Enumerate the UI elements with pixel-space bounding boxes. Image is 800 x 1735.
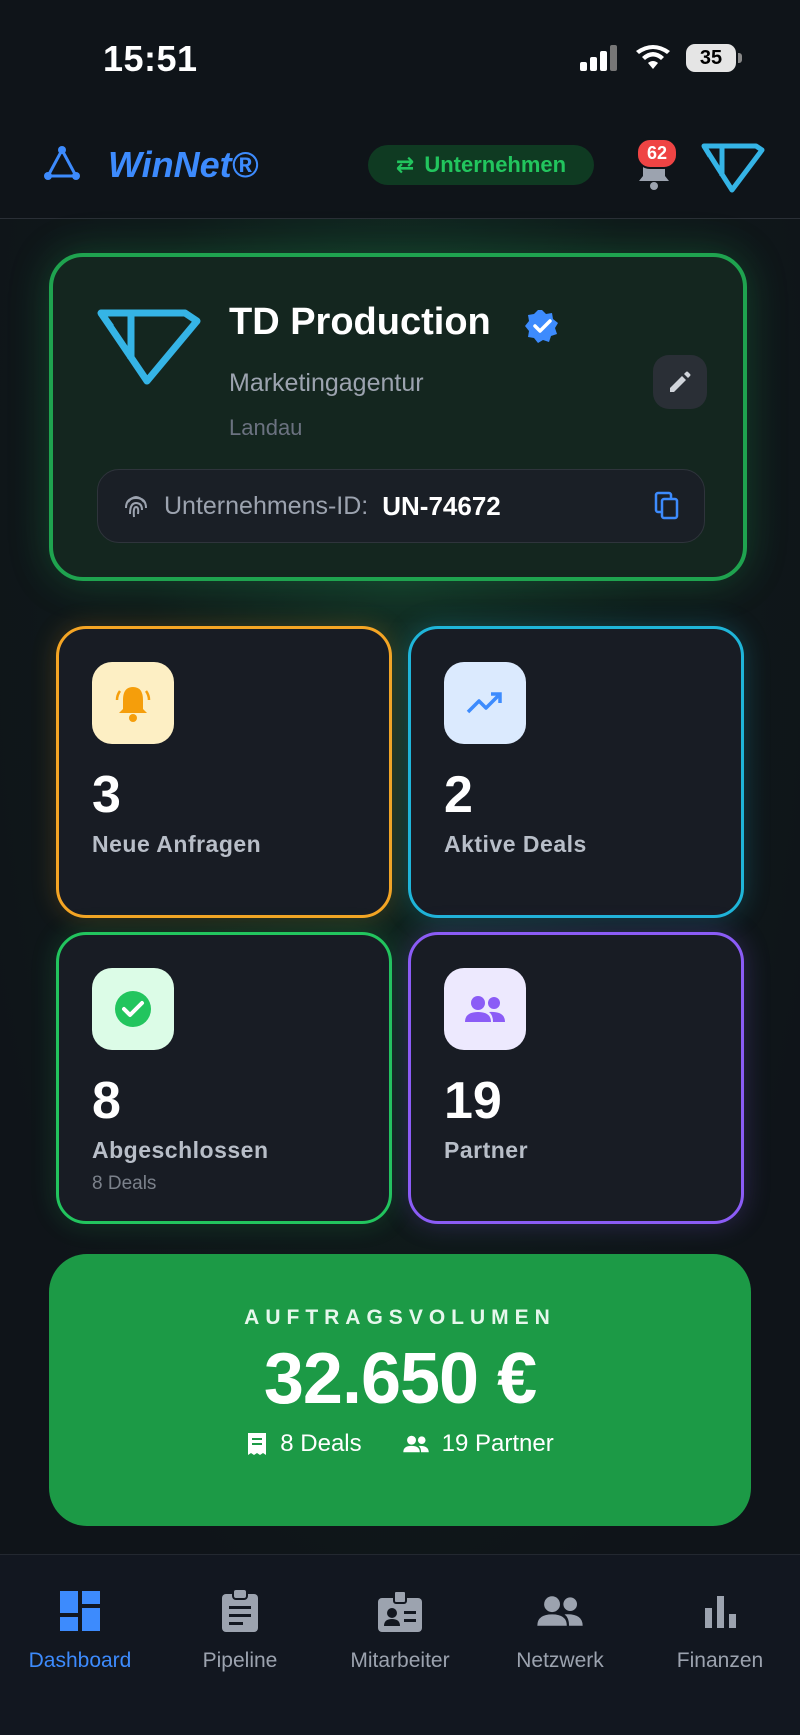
profile-logo-icon[interactable] xyxy=(700,140,766,194)
verified-icon xyxy=(525,310,558,343)
company-id-row: Unternehmens-ID: UN-74672 xyxy=(97,469,705,543)
pencil-icon xyxy=(670,371,691,392)
clipboard-icon xyxy=(222,1588,258,1632)
dashboard-icon xyxy=(60,1591,100,1631)
stat-value: 2 xyxy=(444,766,473,824)
company-id-label: Unternehmens-ID: xyxy=(164,491,369,520)
stat-value: 19 xyxy=(444,1072,502,1130)
stat-icon-box xyxy=(92,968,174,1050)
stat-sublabel: 8 Deals xyxy=(92,1173,157,1194)
nav-finance[interactable]: Finanzen xyxy=(640,1585,800,1673)
stat-card-completed[interactable]: 8 Abgeschlossen 8 Deals xyxy=(56,932,392,1224)
copy-icon[interactable] xyxy=(654,491,680,521)
partners-count: 19 Partner xyxy=(402,1430,554,1458)
company-city: Landau xyxy=(229,415,303,440)
nav-label: Mitarbeiter xyxy=(350,1649,450,1672)
edit-company-button[interactable] xyxy=(653,355,707,409)
stat-value: 8 xyxy=(92,1072,121,1130)
notification-badge: 62 xyxy=(636,138,679,169)
brand-name: WinNet® xyxy=(108,144,259,185)
trending-up-icon xyxy=(466,692,502,714)
order-volume-label: AUFTRAGSVOLUMEN xyxy=(244,1306,556,1329)
stat-label: Abgeschlossen xyxy=(92,1137,269,1163)
account-switch-button[interactable]: ⇄ Unternehmen xyxy=(368,145,594,185)
stat-card-new-requests[interactable]: 3 Neue Anfragen xyxy=(56,626,392,918)
stat-label: Partner xyxy=(444,1137,529,1163)
bottom-navigation: Dashboard Pipeline Mitarbeiter Netzwerk … xyxy=(0,1554,800,1735)
company-logo xyxy=(97,309,201,385)
signal-icon xyxy=(580,45,617,71)
order-volume-amount: 32.650 € xyxy=(263,1339,537,1419)
nav-label: Finanzen xyxy=(676,1649,764,1672)
order-volume-meta: 8 Deals 19 Partner xyxy=(49,1430,751,1458)
bar-chart-icon xyxy=(705,1596,736,1628)
people-icon xyxy=(537,1596,583,1626)
stat-card-partners[interactable]: 19 Partner xyxy=(408,932,744,1224)
status-bar: 15:51 35 xyxy=(0,0,800,110)
nav-label: Dashboard xyxy=(28,1649,132,1672)
deals-count: 8 Deals xyxy=(246,1430,362,1458)
nav-label: Netzwerk xyxy=(516,1649,604,1672)
people-icon xyxy=(465,996,505,1022)
notifications-button[interactable]: 62 xyxy=(630,138,680,194)
deals-count-label: 8 Deals xyxy=(280,1430,362,1457)
company-id-value: UN-74672 xyxy=(382,490,501,521)
fingerprint-icon xyxy=(125,496,147,518)
badge-icon xyxy=(378,1590,422,1632)
check-circle-icon xyxy=(115,991,151,1027)
status-icons: 35 xyxy=(580,44,742,72)
wifi-icon xyxy=(636,45,670,69)
nav-network[interactable]: Netzwerk xyxy=(480,1585,640,1673)
stat-label: Aktive Deals xyxy=(444,831,587,857)
receipt-icon xyxy=(248,1433,267,1455)
company-card: TD Production Marketingagentur Landau Un… xyxy=(49,253,747,581)
nav-label: Pipeline xyxy=(202,1649,278,1672)
order-volume-card: AUFTRAGSVOLUMEN 32.650 € 8 Deals 19 Part… xyxy=(49,1254,751,1526)
battery-indicator: 35 xyxy=(686,44,742,72)
app-header: WinNet® ⇄ Unternehmen 62 xyxy=(0,110,800,219)
people-icon xyxy=(402,1435,429,1453)
nav-pipeline[interactable]: Pipeline xyxy=(160,1585,320,1673)
nav-dashboard[interactable]: Dashboard xyxy=(0,1585,160,1673)
status-time: 15:51 xyxy=(103,38,198,79)
stat-icon-box xyxy=(92,662,174,744)
company-name: TD Production xyxy=(229,301,491,343)
swap-icon: ⇄ xyxy=(395,152,415,177)
company-type: Marketingagentur xyxy=(229,369,424,397)
nav-employees[interactable]: Mitarbeiter xyxy=(320,1585,480,1673)
bell-icon xyxy=(115,687,151,722)
partners-count-label: 19 Partner xyxy=(441,1430,554,1457)
account-switch-label: Unternehmen xyxy=(424,152,567,177)
stat-label: Neue Anfragen xyxy=(92,831,262,857)
stat-icon-box xyxy=(444,968,526,1050)
network-logo-icon xyxy=(44,146,80,180)
stat-icon-box xyxy=(444,662,526,744)
stat-value: 3 xyxy=(92,766,121,824)
stat-card-active-deals[interactable]: 2 Aktive Deals xyxy=(408,626,744,918)
